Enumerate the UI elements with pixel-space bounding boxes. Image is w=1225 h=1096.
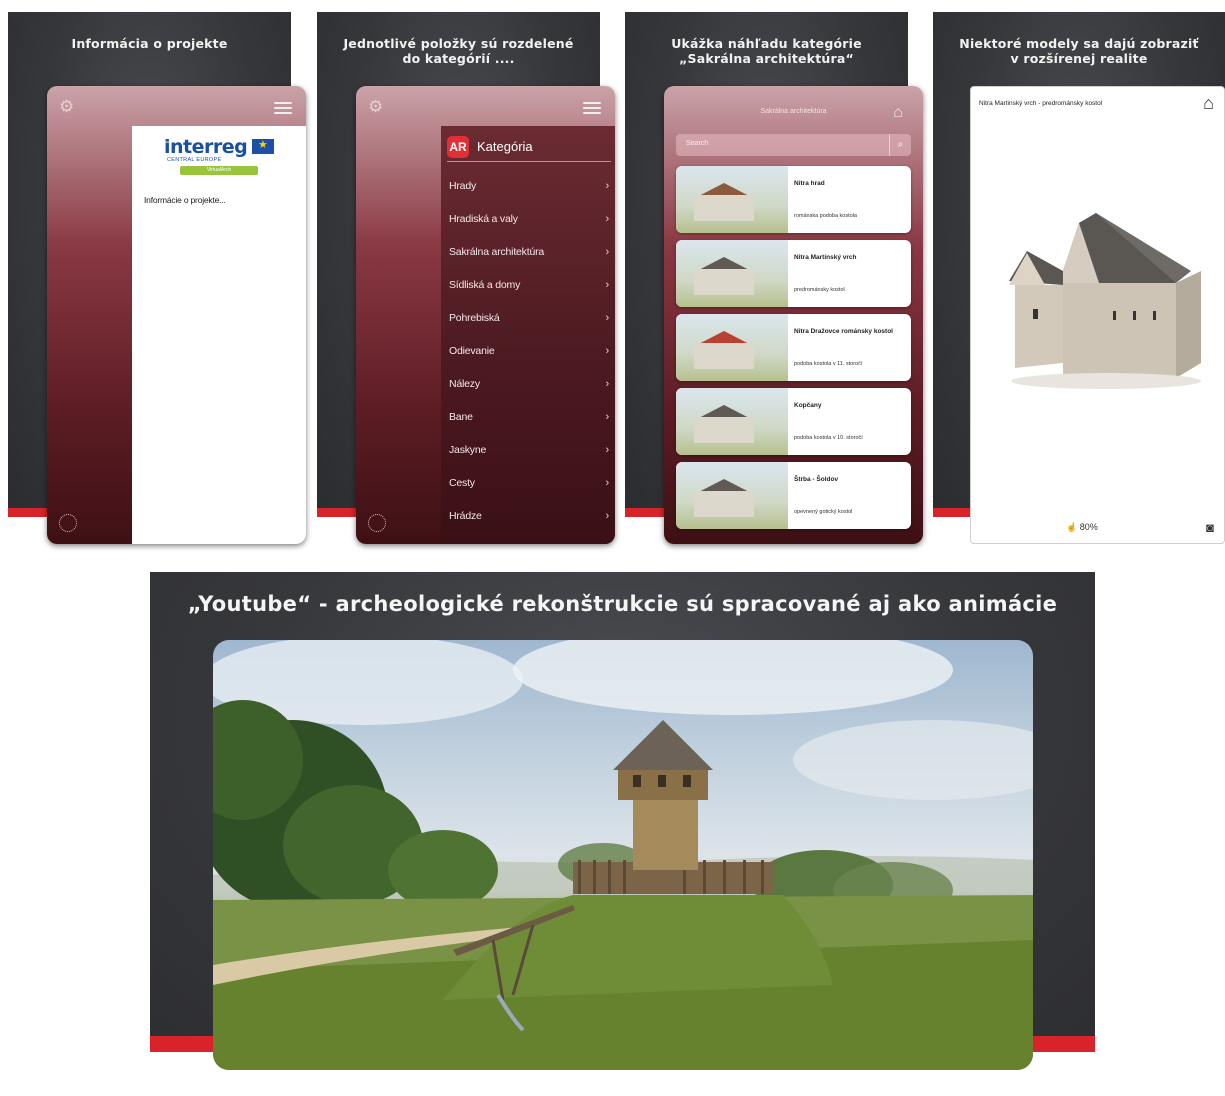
- list-item[interactable]: Nitra hrad románska podoba kostola: [676, 166, 911, 233]
- chevron-right-icon: ›: [605, 345, 610, 357]
- video-frame[interactable]: [213, 640, 1033, 1070]
- category-item[interactable]: Bane ›: [441, 401, 615, 434]
- model-title: Nitra Martinský vrch - predrománsky kost…: [979, 100, 1103, 107]
- category-item[interactable]: Hrady ›: [441, 170, 615, 203]
- chevron-right-icon: ›: [605, 444, 610, 456]
- category-menu: AR Kategória Hrady › Hradiská a valy › Sak…: [441, 126, 615, 544]
- chevron-right-icon: ›: [605, 312, 610, 324]
- animation-scene: [213, 640, 1033, 1070]
- gear-icon[interactable]: ⚙: [59, 98, 77, 116]
- interreg-logo: interreg CENTRAL EUROPE VirtualArch: [164, 136, 274, 178]
- chevron-right-icon: ›: [605, 213, 610, 225]
- category-list: Hrady › Hradiská a valy › Sakrálna archite…: [441, 170, 615, 533]
- category-item[interactable]: Nálezy ›: [441, 368, 615, 401]
- phone-screen-categories: ⚙ AR Kategória Hrady › Hradiská a valy › S…: [356, 86, 615, 544]
- eu-flag-icon: [252, 138, 274, 154]
- search-input[interactable]: Search ⌕: [676, 134, 911, 156]
- pinch-icon: ☝: [1066, 522, 1078, 532]
- category-item[interactable]: Sakrálna architektúra ›: [441, 236, 615, 269]
- chevron-right-icon: ›: [605, 180, 610, 192]
- screen-title: Sakrálna architektúra: [760, 108, 827, 115]
- ar-model-viewer: Nitra Martinský vrch - predrománsky kost…: [970, 86, 1225, 544]
- info-text: Informácie o projekte...: [144, 195, 226, 205]
- category-item[interactable]: Cesty ›: [441, 467, 615, 500]
- card-list: Nitra hrad románska podoba kostola Nitra…: [676, 166, 911, 536]
- video-caption: „Youtube“ - archeologické rekonštrukcie …: [187, 592, 1058, 616]
- list-item[interactable]: Štrba - Šoldov opevnený gotický kostol: [676, 462, 911, 529]
- category-item[interactable]: Odievanie ›: [441, 335, 615, 368]
- info-sheet: interreg CENTRAL EUROPE VirtualArch Info…: [132, 126, 306, 544]
- chevron-right-icon: ›: [605, 510, 610, 522]
- list-item[interactable]: Nitra Martinský vrch predrománsky kostol: [676, 240, 911, 307]
- list-item[interactable]: Nitra Dražovce románsky kostol podoba ko…: [676, 314, 911, 381]
- panel-caption: Ukážka náhľadu kategórie „Sakrálna archi…: [671, 36, 862, 66]
- card-thumbnail: [676, 240, 788, 307]
- chevron-right-icon: ›: [605, 378, 610, 390]
- camera-icon[interactable]: ◙: [1206, 520, 1214, 535]
- phone-screen-preview: Sakrálna architektúra ⌂ Search ⌕ Nitra h…: [664, 86, 923, 544]
- panel-caption: Informácia o projekte: [71, 36, 228, 51]
- panel-caption: Jednotlivé položky sú rozdelené do kateg…: [343, 36, 574, 66]
- chevron-right-icon: ›: [605, 477, 610, 489]
- zoom-indicator[interactable]: ☝ 80%: [1066, 522, 1098, 533]
- list-item[interactable]: Kopčany podoba kostola v 10. storočí: [676, 388, 911, 455]
- ar-target-icon[interactable]: [368, 514, 386, 532]
- home-icon[interactable]: ⌂: [889, 104, 907, 122]
- church-3d-model[interactable]: [1001, 213, 1206, 398]
- card-thumbnail: [676, 314, 788, 381]
- panel-caption: Niektoré modely sa dajú zobraziť v rozší…: [959, 36, 1199, 66]
- category-logo-icon: AR: [447, 136, 469, 158]
- card-thumbnail: [676, 388, 788, 455]
- category-item[interactable]: Sídliská a domy ›: [441, 269, 615, 302]
- category-item[interactable]: Hrádze ›: [441, 500, 615, 533]
- hamburger-menu-icon[interactable]: [274, 102, 292, 114]
- chevron-right-icon: ›: [605, 246, 610, 258]
- ar-target-icon[interactable]: [59, 514, 77, 532]
- search-icon[interactable]: ⌕: [889, 134, 911, 156]
- phone-screen-info: ⚙ interreg CENTRAL EUROPE VirtualArch In…: [47, 86, 306, 544]
- category-item[interactable]: Jaskyne ›: [441, 434, 615, 467]
- card-thumbnail: [676, 462, 788, 529]
- card-thumbnail: [676, 166, 788, 233]
- hamburger-menu-icon[interactable]: [583, 102, 601, 114]
- chevron-right-icon: ›: [605, 411, 610, 423]
- chevron-right-icon: ›: [605, 279, 610, 291]
- category-header: AR Kategória: [447, 134, 611, 162]
- gear-icon[interactable]: ⚙: [368, 98, 386, 116]
- category-item[interactable]: Pohrebiská ›: [441, 302, 615, 335]
- category-item[interactable]: Hradiská a valy ›: [441, 203, 615, 236]
- home-icon[interactable]: ⌂: [1203, 93, 1214, 114]
